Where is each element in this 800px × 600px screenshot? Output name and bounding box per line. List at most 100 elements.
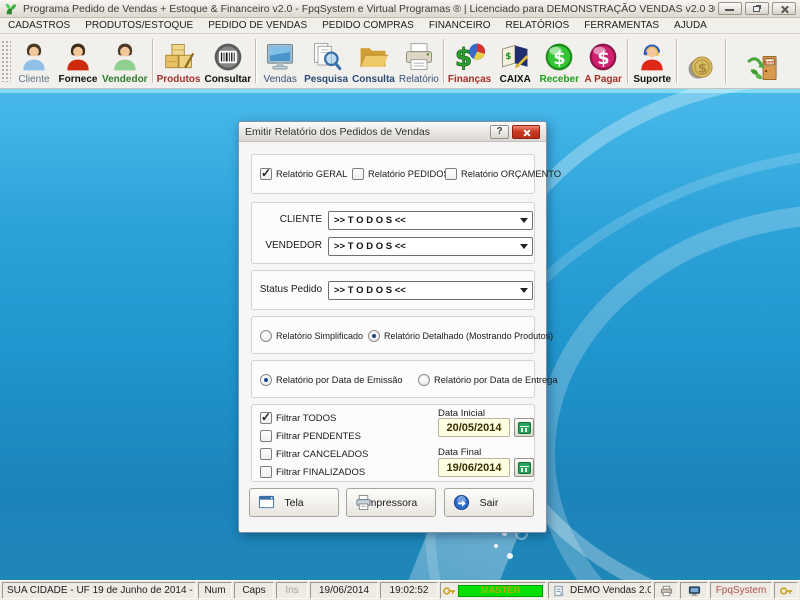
- toolbar-label: Consultar: [204, 74, 251, 85]
- checkbox-icon[interactable]: [260, 466, 272, 478]
- toolbar-vendas-button[interactable]: Vendas: [258, 36, 302, 86]
- window-titlebar[interactable]: Programa Pedido de Vendas + Estoque & Fi…: [0, 0, 800, 18]
- toolbar-coin-button[interactable]: $: [679, 36, 723, 86]
- checkbox-icon[interactable]: [260, 430, 272, 442]
- impressora-button[interactable]: Impressora: [346, 488, 436, 517]
- filtrar-cancelados-checkbox-item[interactable]: Filtrar CANCELADOS: [260, 448, 368, 460]
- checkbox-icon[interactable]: [260, 448, 272, 460]
- vendedor-select[interactable]: >> T O D O S <<: [328, 237, 533, 256]
- menu-ajuda[interactable]: AJUDA: [674, 20, 707, 31]
- key-icon: [443, 585, 456, 597]
- chevron-down-icon[interactable]: [516, 218, 532, 223]
- toolbar-vendedor-button[interactable]: Vendedor: [100, 36, 150, 86]
- dialog-close-button[interactable]: [512, 125, 540, 139]
- toolbar-relatorio-button[interactable]: Relatório: [397, 36, 441, 86]
- menu-ferramentas[interactable]: FERRAMENTAS: [584, 20, 659, 31]
- menu-pedido-de-vendas[interactable]: PEDIDO DE VENDAS: [208, 20, 307, 31]
- data-entrega-radio-item[interactable]: Relatório por Data de Entrega: [418, 374, 558, 386]
- cashbook-icon: $: [498, 41, 532, 73]
- data-emissao-radio-item[interactable]: Relatório por Data de Emissão: [260, 374, 403, 386]
- toolbar-caixa-button[interactable]: $ CAIXA: [493, 36, 537, 86]
- status-brand: FpqSystem: [710, 582, 772, 599]
- toolbar-cliente-button[interactable]: Cliente: [12, 36, 56, 86]
- minimize-button[interactable]: [718, 2, 742, 15]
- menu-cadastros[interactable]: CADASTROS: [8, 20, 70, 31]
- data-inicial-input[interactable]: 20/05/2014: [438, 418, 510, 437]
- detail-mode-group: Relatório Simplificado Relatório Detalha…: [251, 316, 535, 354]
- status-location-text: SUA CIDADE - UF 19 de Junho de 2014 - Qu…: [7, 585, 196, 596]
- wallpaper-arc: [535, 204, 800, 580]
- menu-pedido-compras[interactable]: PEDIDO COMPRAS: [322, 20, 414, 31]
- chevron-down-icon[interactable]: [516, 288, 532, 293]
- relatorio-orcamento-checkbox-item[interactable]: Relatório ORÇAMENTO: [445, 168, 561, 180]
- sair-button[interactable]: Sair: [444, 488, 534, 517]
- status-pedido-group: Status Pedido >> T O D O S <<: [251, 270, 535, 310]
- checkbox-icon[interactable]: [260, 168, 272, 180]
- toolbar-label: Receber: [540, 74, 579, 85]
- key-icon: [780, 585, 793, 597]
- button-label: Impressora: [365, 497, 418, 509]
- report-type-group: Relatório GERAL Relatório PEDIDOS Relató…: [251, 154, 535, 194]
- data-final-calendar-button[interactable]: [514, 458, 534, 477]
- checkbox-icon[interactable]: [445, 168, 457, 180]
- status-pedido-select[interactable]: >> T O D O S <<: [328, 281, 533, 300]
- toolbar-consulta-button[interactable]: Consulta: [350, 36, 397, 86]
- relatorio-pedidos-checkbox-item[interactable]: Relatório PEDIDOS: [352, 168, 450, 180]
- toolbar-suporte-button[interactable]: Suporte: [630, 36, 674, 86]
- checkbox-label: Relatório ORÇAMENTO: [461, 169, 561, 179]
- relatorio-simplificado-radio-item[interactable]: Relatório Simplificado: [260, 330, 363, 342]
- printer-icon: [660, 585, 673, 597]
- toolbar-grip[interactable]: [1, 40, 11, 82]
- radio-icon[interactable]: [368, 330, 380, 342]
- checkbox-icon[interactable]: [352, 168, 364, 180]
- menu-produtos-estoque[interactable]: PRODUTOS/ESTOQUE: [85, 20, 193, 31]
- radio-icon[interactable]: [260, 330, 272, 342]
- radio-label: Relatório por Data de Entrega: [434, 375, 558, 385]
- vendedor-row: VENDEDOR >> T O D O S <<: [252, 237, 534, 256]
- menu-bar: CADASTROS PRODUTOS/ESTOQUE PEDIDO DE VEN…: [0, 18, 800, 34]
- dialog-help-button[interactable]: ?: [490, 125, 509, 139]
- toolbar-produtos-button[interactable]: Produtos: [155, 36, 203, 86]
- status-printer: [654, 582, 678, 599]
- dialog-titlebar[interactable]: Emitir Relatório dos Pedidos de Vendas ?: [239, 122, 546, 142]
- relatorio-detalhado-radio-item[interactable]: Relatório Detalhado (Mostrando Produtos): [368, 330, 553, 342]
- checkbox-label: Filtrar TODOS: [276, 413, 336, 424]
- tela-button[interactable]: Tela: [249, 488, 339, 517]
- support-person-icon: [635, 41, 669, 73]
- toolbar-label: Relatório: [399, 74, 439, 85]
- application-window: Programa Pedido de Vendas + Estoque & Fi…: [0, 0, 800, 600]
- filtrar-todos-checkbox-item[interactable]: Filtrar TODOS: [260, 412, 336, 424]
- data-inicial-calendar-button[interactable]: [514, 418, 534, 437]
- radio-icon[interactable]: [418, 374, 430, 386]
- restore-button[interactable]: [745, 2, 769, 15]
- close-button[interactable]: [772, 2, 796, 15]
- toolbar-receber-button[interactable]: $ Receber: [537, 36, 581, 86]
- checkbox-label: Relatório PEDIDOS: [368, 169, 450, 179]
- cliente-select[interactable]: >> T O D O S <<: [328, 211, 533, 230]
- filtrar-finalizados-checkbox-item[interactable]: Filtrar FINALIZADOS: [260, 466, 365, 478]
- toolbar-apagar-button[interactable]: $ A Pagar: [581, 36, 625, 86]
- toolbar-separator: [676, 39, 677, 83]
- relatorio-geral-checkbox-item[interactable]: Relatório GERAL: [260, 168, 347, 180]
- menu-financeiro[interactable]: FINANCEIRO: [429, 20, 491, 31]
- menu-relatorios[interactable]: RELATÓRIOS: [506, 20, 570, 31]
- status-time-text: 19:02:52: [390, 585, 429, 596]
- toolbar-pesquisa-button[interactable]: Pesquisa: [302, 36, 350, 86]
- data-final-input[interactable]: 19/06/2014: [438, 458, 510, 477]
- exit-sign-label: EXIT: [765, 60, 774, 65]
- toolbar-financas-button[interactable]: $ Finanças: [446, 36, 493, 86]
- coin-icon: $: [684, 52, 718, 84]
- toolbar-fornece-button[interactable]: Fornece: [56, 36, 100, 86]
- chevron-down-icon[interactable]: [516, 244, 532, 249]
- filtrar-pendentes-checkbox-item[interactable]: Filtrar PENDENTES: [260, 430, 361, 442]
- toolbar-label: A Pagar: [585, 74, 622, 85]
- cliente-selected-value: >> T O D O S <<: [329, 215, 516, 226]
- user-badge: MASTER: [458, 585, 543, 597]
- toolbar-consultar-button[interactable]: Consultar: [202, 36, 253, 86]
- checkbox-icon[interactable]: [260, 412, 272, 424]
- toolbar-exit-button[interactable]: EXIT: [728, 36, 798, 86]
- brand-text: FpqSystem: [716, 585, 767, 596]
- vendedor-label: VENDEDOR: [252, 240, 322, 251]
- toolbar-separator: [443, 39, 444, 83]
- radio-icon[interactable]: [260, 374, 272, 386]
